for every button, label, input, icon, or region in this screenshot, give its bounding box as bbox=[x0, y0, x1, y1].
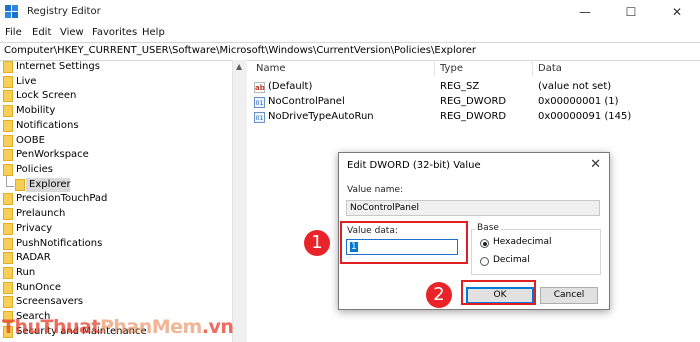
maximize-button[interactable]: ☐ bbox=[608, 0, 654, 24]
value-data: 0x00000091 (145) bbox=[538, 111, 632, 122]
dword-value-icon: 01 bbox=[254, 112, 265, 123]
folder-icon bbox=[3, 282, 13, 294]
value-data-highlight-box bbox=[340, 221, 468, 264]
column-header-type[interactable]: Type bbox=[440, 63, 463, 74]
dword-value-icon: 01 bbox=[254, 97, 265, 108]
tree-item-label: Privacy bbox=[16, 223, 53, 234]
tree-item-label: PenWorkspace bbox=[16, 149, 89, 160]
folder-icon bbox=[3, 76, 13, 88]
column-header-name[interactable]: Name bbox=[256, 63, 286, 74]
tree-item-label: Lock Screen bbox=[16, 90, 77, 101]
tree-item-label: RunOnce bbox=[16, 282, 62, 293]
value-row-nocontrolpanel[interactable]: 01 NoControlPanel REG_DWORD 0x00000001 (… bbox=[248, 95, 700, 111]
tree-item-label: Run bbox=[16, 267, 36, 278]
cancel-button[interactable]: Cancel bbox=[540, 287, 598, 304]
value-name: NoDriveTypeAutoRun bbox=[268, 111, 374, 122]
value-type: REG_DWORD bbox=[440, 96, 507, 107]
tree-item-label: Policies bbox=[16, 164, 53, 175]
tree-scrollbar[interactable]: ▲ bbox=[232, 60, 247, 342]
menu-file[interactable]: File bbox=[5, 27, 22, 38]
folder-icon bbox=[15, 179, 25, 191]
watermark-part: PhanMem bbox=[99, 316, 202, 338]
address-bar[interactable]: Computer\HKEY_CURRENT_USER\Software\Micr… bbox=[0, 42, 700, 61]
menu-view[interactable]: View bbox=[60, 27, 84, 38]
scroll-up-arrow-icon[interactable]: ▲ bbox=[236, 62, 242, 71]
hexadecimal-label[interactable]: Hexadecimal bbox=[493, 237, 551, 247]
folder-icon bbox=[3, 193, 13, 205]
value-row-nodrivetypeautorun[interactable]: 01 NoDriveTypeAutoRun REG_DWORD 0x000000… bbox=[248, 110, 700, 126]
address-path[interactable]: Computer\HKEY_CURRENT_USER\Software\Micr… bbox=[4, 45, 476, 56]
folder-icon bbox=[3, 164, 13, 176]
column-separator[interactable] bbox=[532, 60, 533, 76]
value-row-default[interactable]: ab (Default) REG_SZ (value not set) bbox=[248, 80, 700, 96]
registry-editor-icon bbox=[5, 5, 18, 18]
tree-item-label: Live bbox=[16, 76, 37, 87]
base-groupbox bbox=[471, 229, 601, 275]
menu-edit[interactable]: Edit bbox=[32, 27, 51, 38]
folder-icon bbox=[3, 223, 13, 235]
dialog-title: Edit DWORD (32-bit) Value bbox=[347, 160, 481, 171]
value-name: NoControlPanel bbox=[268, 96, 345, 107]
step-1-badge: 1 bbox=[304, 230, 330, 256]
folder-icon bbox=[3, 296, 13, 308]
tree-item-label: RADAR bbox=[16, 252, 51, 263]
value-type: REG_SZ bbox=[440, 81, 480, 92]
value-name: (Default) bbox=[268, 81, 313, 92]
value-data: (value not set) bbox=[538, 81, 612, 92]
tree-item-label: Screensavers bbox=[16, 296, 84, 307]
watermark-part: ThuThuat bbox=[2, 316, 100, 338]
close-button[interactable]: ✕ bbox=[654, 0, 700, 24]
tree-item-label: Prelaunch bbox=[16, 208, 66, 219]
dialog-close-icon[interactable]: ✕ bbox=[590, 157, 601, 172]
tree-item-label: Explorer bbox=[29, 179, 71, 190]
tree-item-label: PrecisionTouchPad bbox=[16, 193, 108, 204]
menu-help[interactable]: Help bbox=[142, 27, 165, 38]
folder-icon bbox=[3, 61, 13, 73]
folder-icon bbox=[3, 120, 13, 132]
folder-icon bbox=[3, 238, 13, 250]
hexadecimal-radio[interactable] bbox=[480, 239, 489, 248]
value-name-text: NoControlPanel bbox=[350, 203, 420, 213]
tree-item-label: OOBE bbox=[16, 135, 45, 146]
folder-icon bbox=[3, 90, 13, 102]
column-separator[interactable] bbox=[434, 60, 435, 76]
folder-icon bbox=[3, 252, 13, 264]
tree-item-label: Notifications bbox=[16, 120, 79, 131]
tree-item-label: PushNotifications bbox=[16, 238, 103, 249]
menu-bar: File Edit View Favorites Help bbox=[0, 24, 700, 42]
minimize-button[interactable]: — bbox=[562, 0, 608, 24]
folder-icon bbox=[3, 208, 13, 220]
menu-favorites[interactable]: Favorites bbox=[92, 27, 137, 38]
key-tree: Internet Settings Live Lock Screen Mobil… bbox=[0, 60, 232, 342]
tree-connector bbox=[6, 186, 14, 187]
folder-icon bbox=[3, 149, 13, 161]
decimal-label[interactable]: Decimal bbox=[493, 255, 530, 265]
value-name-field: NoControlPanel bbox=[346, 200, 600, 216]
step-2-badge: 2 bbox=[426, 282, 452, 308]
ok-highlight-box bbox=[461, 280, 536, 305]
window-title: Registry Editor bbox=[27, 6, 101, 17]
folder-icon bbox=[3, 105, 13, 117]
base-label: Base bbox=[475, 223, 501, 233]
watermark-part: .vn bbox=[201, 316, 234, 338]
value-name-label: Value name: bbox=[347, 185, 404, 195]
value-data: 0x00000001 (1) bbox=[538, 96, 619, 107]
decimal-radio[interactable] bbox=[480, 257, 489, 266]
watermark-logo: ThuThuatPhanMem.vn bbox=[2, 316, 234, 338]
string-value-icon: ab bbox=[254, 82, 265, 93]
folder-icon bbox=[3, 267, 13, 279]
folder-icon bbox=[3, 135, 13, 147]
column-header-data[interactable]: Data bbox=[538, 63, 562, 74]
tree-item-label: Internet Settings bbox=[16, 61, 100, 72]
value-type: REG_DWORD bbox=[440, 111, 507, 122]
tree-item-label: Mobility bbox=[16, 105, 56, 116]
title-bar: Registry Editor — ☐ ✕ bbox=[0, 0, 700, 24]
